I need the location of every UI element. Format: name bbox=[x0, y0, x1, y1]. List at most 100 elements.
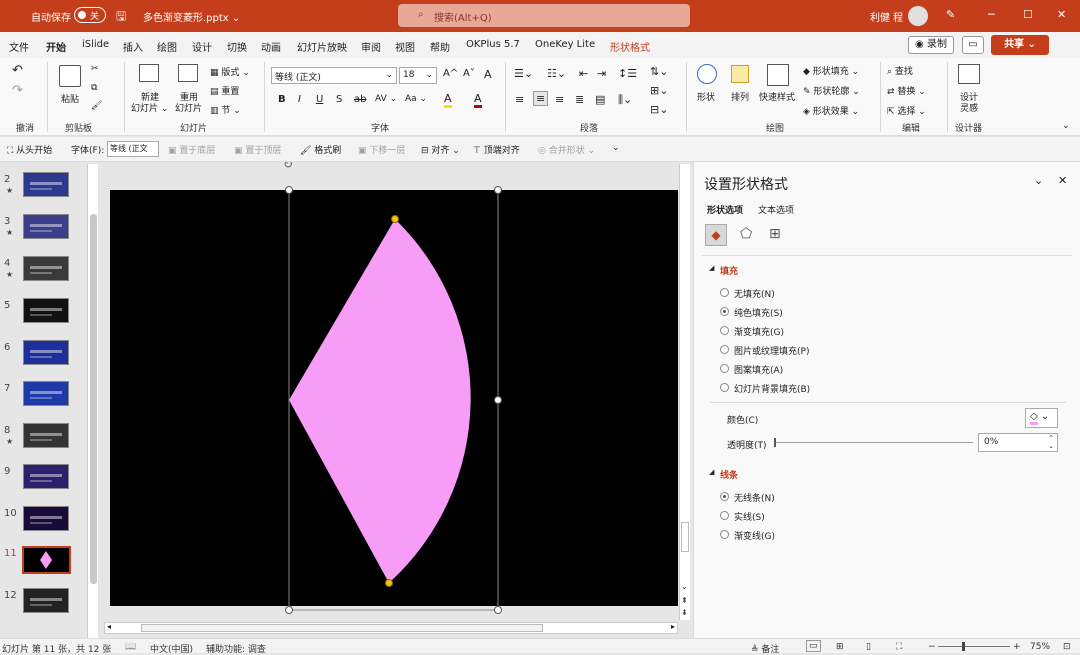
shape-effects-button[interactable]: ◈ 形状效果 ⌄ bbox=[803, 104, 859, 117]
clear-format-button[interactable]: A bbox=[484, 68, 492, 81]
tab-onekey[interactable]: OneKey Lite bbox=[535, 39, 595, 50]
fill-option-label[interactable]: 幻灯片背景填充(B) bbox=[734, 382, 810, 395]
highlight-button[interactable]: A bbox=[444, 92, 452, 108]
normal-view-icon[interactable]: ▭ bbox=[806, 640, 821, 652]
pane-options-icon[interactable]: ⌄ bbox=[1034, 174, 1043, 187]
rotate-handle-icon[interactable]: ↻ bbox=[283, 162, 293, 171]
justify-icon[interactable]: ≣ bbox=[575, 93, 584, 106]
slide-thumbnail-2[interactable] bbox=[23, 172, 69, 197]
align-right-icon[interactable]: ≡ bbox=[555, 93, 564, 106]
effects-icon[interactable]: ⬠ bbox=[740, 226, 752, 242]
pane-scrollbar[interactable] bbox=[1071, 252, 1080, 635]
line-option-radio[interactable] bbox=[720, 530, 729, 539]
fill-option-label[interactable]: 纯色填充(S) bbox=[734, 306, 783, 319]
copy-icon[interactable]: ⧉ bbox=[91, 83, 97, 93]
align-top-button[interactable]: ⊤ 顶端对齐 bbox=[473, 143, 520, 156]
columns-icon[interactable]: ⫼⌄ bbox=[618, 93, 632, 107]
spellcheck-icon[interactable]: 📖 bbox=[125, 642, 136, 652]
zoom-slider-thumb[interactable] bbox=[962, 642, 965, 651]
fit-slide-icon[interactable]: ⊡ bbox=[1063, 642, 1071, 652]
italic-button[interactable]: I bbox=[298, 94, 301, 105]
font-size-select[interactable]: 18 ⌄ bbox=[399, 67, 437, 84]
align-text-icon[interactable]: ⊞⌄ bbox=[650, 84, 668, 97]
numbering-icon[interactable]: ☷⌄ bbox=[547, 67, 566, 80]
paste-button[interactable]: 粘贴 bbox=[61, 92, 79, 105]
tab-file[interactable]: 文件 bbox=[9, 39, 29, 54]
tab-home[interactable]: 开始 bbox=[46, 39, 66, 61]
tab-text-options[interactable]: 文本选项 bbox=[758, 203, 794, 216]
fill-line-icon[interactable]: ◆ bbox=[705, 224, 727, 246]
tab-okplus[interactable]: OKPlus 5.7 bbox=[466, 39, 520, 50]
shadow-button[interactable]: S bbox=[336, 94, 342, 105]
paste-icon[interactable] bbox=[59, 65, 81, 87]
maximize-icon[interactable]: ☐ bbox=[1023, 8, 1033, 21]
transparency-input[interactable]: 0% ⌃ ⌄ bbox=[978, 433, 1058, 452]
adjust-handle-bottom[interactable] bbox=[385, 579, 393, 587]
align-left-icon[interactable]: ≡ bbox=[515, 93, 524, 106]
indent-decrease-icon[interactable]: ⇤ bbox=[579, 67, 588, 80]
fill-option-radio[interactable] bbox=[720, 307, 729, 316]
tab-help[interactable]: 帮助 bbox=[430, 39, 450, 54]
tab-shape-format[interactable]: 形状格式 bbox=[610, 39, 650, 54]
indent-increase-icon[interactable]: ⇥ bbox=[597, 67, 606, 80]
tab-transitions[interactable]: 切换 bbox=[227, 39, 247, 54]
tab-review[interactable]: 审阅 bbox=[361, 39, 381, 54]
line-spacing-icon[interactable]: ↕☰ bbox=[618, 67, 637, 80]
format-painter-button[interactable]: 🖌 格式刷 bbox=[300, 143, 341, 156]
resize-handle-bottom-right[interactable] bbox=[494, 606, 502, 614]
designer-icon[interactable] bbox=[958, 64, 980, 84]
resize-handle-bottom-left[interactable] bbox=[285, 606, 293, 614]
size-properties-icon[interactable]: ⊞ bbox=[769, 226, 781, 242]
format-painter-icon[interactable]: 🖌 bbox=[91, 101, 102, 111]
fill-option-label[interactable]: 图案填充(A) bbox=[734, 363, 783, 376]
slide-thumbnail-12[interactable] bbox=[23, 588, 69, 613]
tab-design[interactable]: 设计 bbox=[192, 39, 212, 54]
line-option-label[interactable]: 无线条(N) bbox=[734, 491, 775, 504]
language-status[interactable]: 中文(中国) bbox=[150, 642, 193, 655]
customize-bar-icon[interactable]: ⌄ bbox=[612, 143, 620, 153]
slideshow-view-icon[interactable]: ⛶ bbox=[896, 642, 902, 652]
layout-button[interactable]: ▦ 版式 ⌄ bbox=[210, 65, 250, 78]
comment-icon[interactable]: ▭ bbox=[962, 36, 984, 54]
zoom-level[interactable]: 75% bbox=[1030, 642, 1050, 652]
line-section-title[interactable]: 线条 bbox=[720, 468, 738, 481]
undo-icon[interactable]: ↶ bbox=[12, 63, 23, 78]
line-option-radio[interactable] bbox=[720, 511, 729, 520]
find-button[interactable]: ⌕ 查找 bbox=[887, 64, 913, 77]
text-direction-icon[interactable]: ⇅⌄ bbox=[650, 65, 668, 78]
share-button[interactable]: 共享 ⌄ bbox=[991, 35, 1049, 55]
section-button[interactable]: ▥ 节 ⌄ bbox=[210, 103, 241, 116]
fill-section-title[interactable]: 填充 bbox=[720, 264, 738, 277]
arrange-button[interactable]: 排列 bbox=[731, 90, 749, 103]
font-name-select[interactable]: 等线 (正文) ⌄ bbox=[271, 67, 397, 84]
tab-slideshow[interactable]: 幻灯片放映 bbox=[297, 39, 347, 54]
font-grow-button[interactable]: A^ bbox=[443, 68, 458, 79]
line-collapse-icon[interactable]: ◢ bbox=[709, 468, 714, 476]
color-picker-button[interactable]: ◇ ⌄ bbox=[1025, 408, 1058, 428]
send-backward-button[interactable]: ▣ 下移一层 bbox=[358, 143, 405, 156]
quick-styles-button[interactable]: 快速样式 bbox=[759, 90, 795, 103]
designer-label-2[interactable]: 灵感 bbox=[960, 101, 978, 114]
font-shrink-button[interactable]: A˅ bbox=[463, 68, 475, 79]
fill-option-radio[interactable] bbox=[720, 345, 729, 354]
transparency-slider-thumb[interactable] bbox=[774, 438, 776, 447]
fill-option-label[interactable]: 无填充(N) bbox=[734, 287, 775, 300]
reuse-slide-label-2[interactable]: 幻灯片 bbox=[175, 101, 202, 114]
slide-thumbnail-5[interactable] bbox=[23, 298, 69, 323]
select-button[interactable]: ⇱ 选择 ⌄ bbox=[887, 104, 926, 117]
send-to-back-button[interactable]: ▣ 置于底层 bbox=[168, 143, 215, 156]
bring-to-front-button[interactable]: ▣ 置于顶层 bbox=[234, 143, 281, 156]
from-beginning-button[interactable]: ⛶ 从头开始 bbox=[7, 143, 52, 156]
tab-islide[interactable]: iSlide bbox=[82, 39, 109, 50]
quick-font-select[interactable]: 等线 (正文 bbox=[107, 141, 159, 157]
resize-handle-top-right[interactable] bbox=[494, 186, 502, 194]
replace-button[interactable]: ⇄ 替换 ⌄ bbox=[887, 84, 926, 97]
slide-thumbnail-11[interactable] bbox=[22, 546, 71, 574]
redo-icon[interactable]: ↷ bbox=[12, 83, 23, 98]
strikethrough-button[interactable]: ab bbox=[354, 94, 366, 105]
line-option-label[interactable]: 渐变线(G) bbox=[734, 529, 775, 542]
fill-option-radio[interactable] bbox=[720, 288, 729, 297]
line-option-radio[interactable] bbox=[720, 492, 729, 501]
underline-button[interactable]: U bbox=[316, 94, 323, 105]
slide-thumbnail-4[interactable] bbox=[23, 256, 69, 281]
